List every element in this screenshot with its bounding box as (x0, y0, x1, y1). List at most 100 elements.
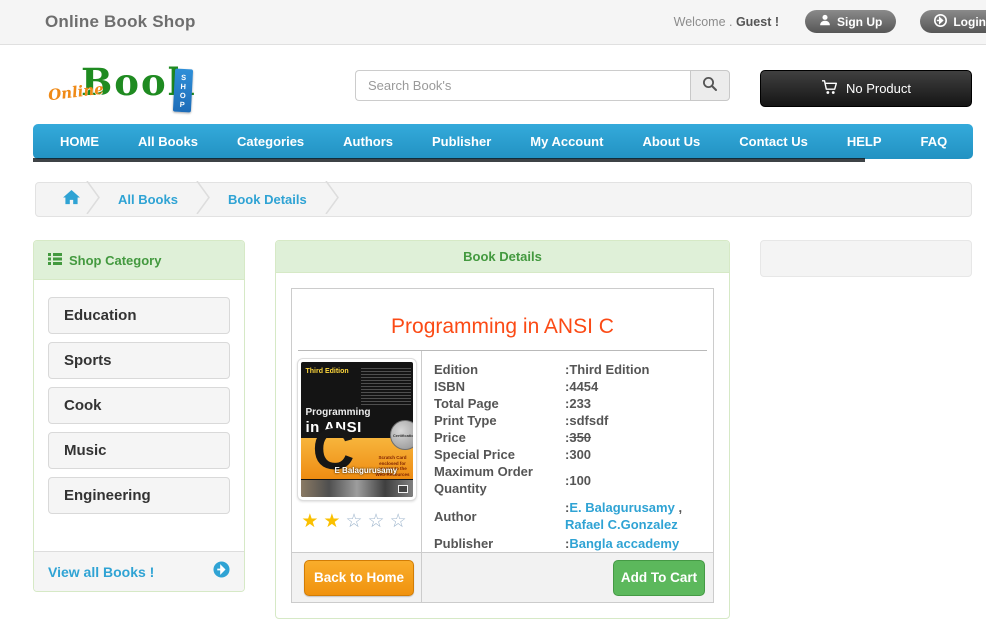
book-box: Programming in ANSI C Third Edition Prog… (291, 288, 714, 603)
book-title-section: Programming in ANSI C (292, 289, 713, 351)
detail-value-text: 4454 (569, 379, 598, 394)
category-engineering[interactable]: Engineering (48, 477, 230, 514)
shop-logo[interactable]: Online Book SHOP (48, 66, 208, 116)
detail-value: :Third Edition (565, 361, 705, 378)
detail-label: Print Type (434, 412, 565, 429)
search-input[interactable] (355, 70, 690, 101)
shop-category-title: Shop Category (69, 253, 161, 268)
cart-button[interactable]: No Product (760, 70, 972, 107)
topbar: Online Book Shop Welcome . Guest ! Sign … (0, 0, 986, 45)
old-price: 350 (569, 430, 591, 445)
detail-label: Price (434, 429, 565, 446)
online-book-shop-page: Online Book Shop Welcome . Guest ! Sign … (0, 0, 986, 622)
cover-edition-badge: Third Edition (306, 368, 349, 375)
detail-value-text: 100 (569, 473, 591, 488)
cart-label: No Product (846, 81, 911, 96)
list-icon (48, 253, 62, 268)
detail-label: Maximum Order Quantity (434, 463, 565, 497)
author-link-2[interactable]: Rafael C.Gonzalez (565, 517, 678, 532)
category-cook[interactable]: Cook (48, 387, 230, 424)
category-list: Education Sports Cook Music Engineering (34, 280, 244, 551)
detail-value: :233 (565, 395, 705, 412)
view-all-books-label: View all Books ! (48, 564, 154, 580)
detail-row-edition: Edition :Third Edition (434, 361, 705, 378)
breadcrumb-chevron-icon (196, 181, 210, 219)
add-to-cart-button[interactable]: Add To Cart (613, 560, 705, 596)
login-label: Login (953, 15, 986, 29)
login-icon (934, 14, 947, 30)
breadcrumb-chevron-icon (325, 181, 339, 219)
detail-label: ISBN (434, 378, 565, 395)
nav-item-faq[interactable]: FAQ (907, 124, 962, 159)
detail-value: :sdfsdf (565, 412, 705, 429)
search-button[interactable] (690, 70, 730, 101)
cover-author: E Balagurusamy (335, 466, 398, 475)
nav-item-about-us[interactable]: About Us (628, 124, 714, 159)
category-music[interactable]: Music (48, 432, 230, 469)
search-icon (702, 76, 718, 95)
monitor-icon (398, 485, 408, 493)
star-empty-icon: ☆ (368, 511, 390, 532)
detail-row-price: Price :350 (434, 429, 705, 446)
book-title: Programming in ANSI C (298, 315, 707, 339)
detail-value-text: sdfsdf (569, 413, 608, 428)
nav-item-categories[interactable]: Categories (223, 124, 318, 159)
shop-category-panel: Shop Category Education Sports Cook Musi… (33, 240, 245, 592)
site-title: Online Book Shop (45, 12, 196, 32)
category-sports[interactable]: Sports (48, 342, 230, 379)
cart-icon (821, 80, 838, 98)
category-education[interactable]: Education (48, 297, 230, 334)
book-cover-image: Third Edition Programming in ANSI C Cert… (301, 362, 413, 497)
author-separator: , (675, 500, 682, 515)
nav-item-home[interactable]: HOME (46, 124, 113, 159)
detail-value: :4454 (565, 378, 705, 395)
publisher-link[interactable]: Bangla accademy (569, 536, 679, 551)
book-details-body: Programming in ANSI C Third Edition Prog… (276, 273, 729, 618)
nav-item-my-account[interactable]: My Account (516, 124, 617, 159)
star-filled-icon: ★ (301, 511, 323, 532)
breadcrumb-book-details[interactable]: Book Details (228, 192, 307, 207)
breadcrumb-all-books[interactable]: All Books (118, 192, 178, 207)
cover-photo-strip (301, 480, 413, 497)
book-details-panel: Book Details Programming in ANSI C Third… (275, 240, 730, 619)
detail-label: Total Page (434, 395, 565, 412)
welcome-user: Guest ! (736, 15, 779, 29)
star-empty-icon: ☆ (390, 511, 412, 532)
nav-item-contact-us[interactable]: Contact Us (725, 124, 822, 159)
logo-shop-spine: SHOP (173, 69, 193, 113)
detail-row-publisher: Publisher :Bangla accademy (434, 535, 705, 552)
nav-item-publisher[interactable]: Publisher (418, 124, 505, 159)
star-empty-icon: ☆ (345, 511, 367, 532)
detail-value-text: 233 (569, 396, 591, 411)
detail-label: Author (434, 508, 565, 525)
right-side-well (760, 240, 972, 277)
nav-item-authors[interactable]: Authors (329, 124, 407, 159)
publisher-value: :Bangla accademy (565, 535, 705, 552)
topbar-right: Welcome . Guest ! Sign Up Login (674, 10, 986, 33)
footer-right-cell: Add To Cart (422, 553, 713, 602)
signup-label: Sign Up (837, 15, 882, 29)
detail-value: :100 (565, 472, 705, 489)
book-content-row: Third Edition Programming in ANSI C Cert… (292, 351, 713, 552)
signup-button[interactable]: Sign Up (805, 10, 896, 33)
detail-value-text: Third Edition (569, 362, 649, 377)
author-link-1[interactable]: E. Balagurusamy (569, 500, 675, 515)
nav-item-help[interactable]: HELP (833, 124, 896, 159)
star-filled-icon: ★ (323, 511, 345, 532)
book-details-header: Book Details (276, 241, 729, 273)
back-to-home-button[interactable]: Back to Home (304, 560, 414, 596)
navbar-shadow (33, 158, 865, 162)
breadcrumb: All Books Book Details (35, 182, 972, 217)
detail-value: :350 (565, 429, 705, 446)
footer-left-cell: Back to Home (292, 553, 422, 602)
welcome-prefix: Welcome . (674, 15, 736, 29)
login-button[interactable]: Login (920, 10, 986, 33)
detail-row-total-page: Total Page :233 (434, 395, 705, 412)
book-details-title: Book Details (463, 249, 542, 264)
view-all-books-link[interactable]: View all Books ! (34, 551, 244, 591)
book-details-list: Edition :Third Edition ISBN :4454 Total … (422, 351, 713, 552)
cover-fineprint (361, 366, 411, 406)
home-icon[interactable] (63, 190, 80, 210)
nav-item-all-books[interactable]: All Books (124, 124, 212, 159)
user-icon (819, 14, 831, 29)
